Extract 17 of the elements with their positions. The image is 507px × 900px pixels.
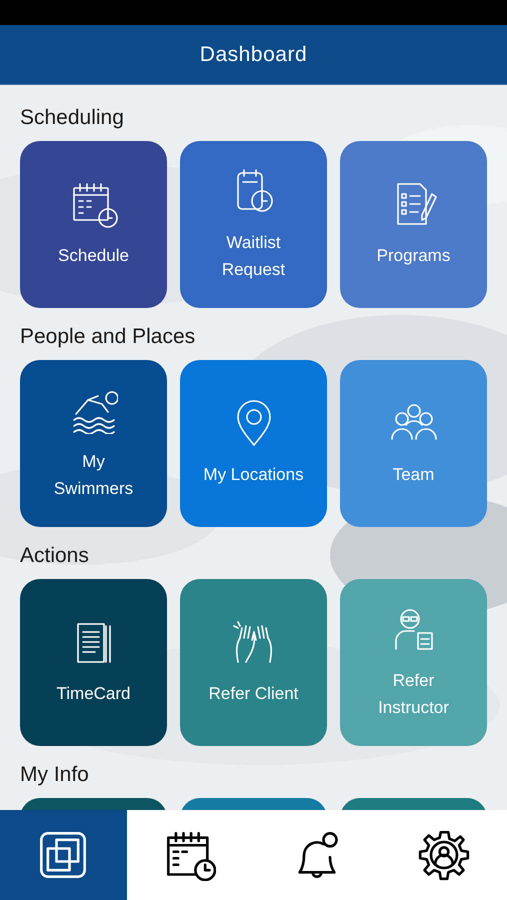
dashboard-tile[interactable]: Team bbox=[340, 360, 487, 527]
dashboard-tile[interactable]: Refer Client bbox=[180, 579, 327, 746]
section-title: Scheduling bbox=[20, 105, 125, 131]
dashboard-tile[interactable]: Schedule bbox=[20, 141, 167, 308]
section-title: Actions bbox=[20, 543, 90, 569]
calendar-clock-icon bbox=[164, 829, 216, 881]
section-title: People and Places bbox=[20, 324, 196, 350]
dashboard-tile[interactable]: My Swimmers bbox=[20, 360, 167, 527]
header-title: Dashboard bbox=[200, 42, 308, 68]
dashboard-tile[interactable]: Programs bbox=[340, 141, 487, 308]
dashboard-tile[interactable]: TimeCard bbox=[20, 579, 167, 746]
nav-tab[interactable] bbox=[0, 810, 127, 900]
dashboard-tile[interactable]: My Locations bbox=[180, 360, 327, 527]
dashboard-tile[interactable]: Refer Instructor bbox=[340, 579, 487, 746]
section-title: My Info bbox=[20, 762, 90, 788]
dashboard-tile[interactable]: Waitlist Request bbox=[180, 141, 327, 308]
settings-icon bbox=[418, 829, 470, 881]
